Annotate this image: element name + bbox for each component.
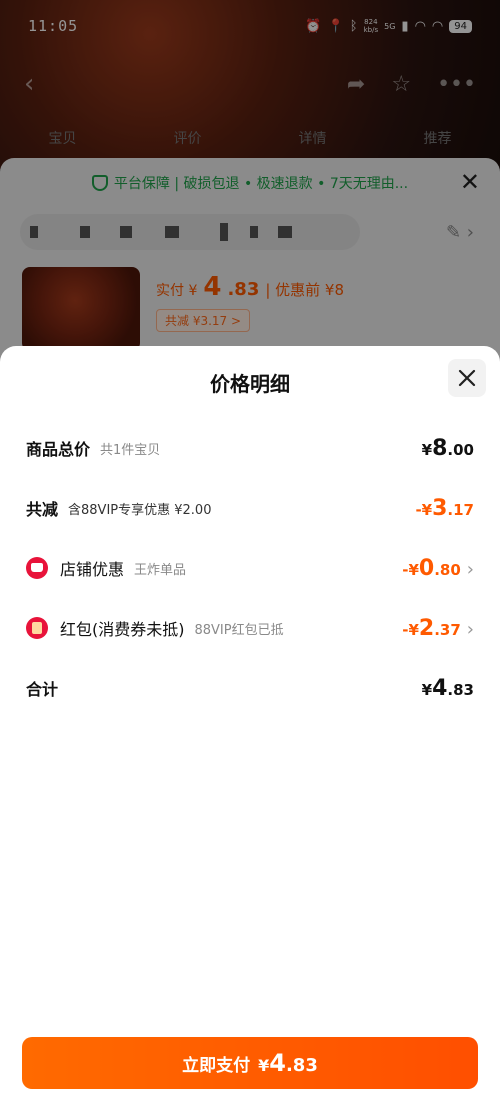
- close-icon: [458, 369, 476, 387]
- amount-dec: .00: [447, 440, 474, 459]
- row-value: -¥ 3.17: [415, 496, 474, 521]
- amount-dec: .83: [285, 1055, 318, 1076]
- row-sub: 88VIP红包已抵: [194, 622, 284, 638]
- row-label: 店铺优惠: [60, 560, 125, 579]
- total-reduction-row: 共减 含88VIP专享优惠 ¥2.00 -¥ 3.17: [0, 488, 500, 528]
- row-sub: 含88VIP专享优惠 ¥2.00: [68, 502, 212, 518]
- store-icon: [26, 557, 48, 579]
- currency-symbol: ¥: [421, 680, 433, 699]
- pay-now-button[interactable]: 立即支付 ¥4.83: [22, 1037, 478, 1089]
- row-label: 商品总价: [26, 440, 91, 459]
- row-sub: 共1件宝贝: [100, 442, 161, 458]
- pay-now-label: 立即支付: [182, 1055, 251, 1076]
- price-detail-sheet: 价格明细 商品总价 共1件宝贝 ¥8.00 共减 含88VIP专享优惠 ¥2.0…: [0, 346, 500, 1111]
- amount-dec: .17: [447, 500, 474, 519]
- grand-total-row: 合计 ¥4.83: [0, 668, 500, 708]
- close-button[interactable]: [448, 359, 486, 397]
- row-sub: 王炸单品: [134, 562, 187, 578]
- red-packet-row[interactable]: 红包(消费券未抵) 88VIP红包已抵 -¥ 2.37 ›: [0, 608, 500, 648]
- red-packet-icon: [26, 617, 48, 639]
- currency-symbol: -¥: [415, 500, 433, 519]
- row-label: 红包(消费券未抵): [60, 620, 185, 639]
- goods-total-row: 商品总价 共1件宝贝 ¥8.00: [0, 428, 500, 468]
- amount-dec: .80: [434, 560, 461, 579]
- amount-int: 4: [432, 675, 448, 701]
- row-value: -¥ 0.80 ›: [402, 556, 474, 581]
- chevron-right-icon: ›: [466, 558, 474, 580]
- currency-symbol: ¥: [258, 1056, 270, 1075]
- row-value: -¥ 2.37 ›: [402, 616, 474, 641]
- amount-int: 0: [418, 555, 435, 581]
- row-value: ¥8.00: [422, 436, 474, 461]
- row-value: ¥4.83: [422, 676, 474, 701]
- amount-int: 8: [432, 435, 448, 461]
- pay-amount: ¥4.83: [258, 1049, 318, 1077]
- currency-symbol: -¥: [402, 620, 419, 639]
- currency-symbol: ¥: [421, 440, 433, 459]
- store-discount-row[interactable]: 店铺优惠 王炸单品 -¥ 0.80 ›: [0, 548, 500, 588]
- row-label: 共减: [26, 500, 59, 519]
- modal-title: 价格明细: [210, 372, 290, 396]
- amount-int: 4: [269, 1049, 286, 1077]
- amount-int: 3: [432, 495, 448, 521]
- chevron-right-icon: ›: [466, 618, 474, 640]
- amount-dec: .83: [447, 680, 474, 699]
- row-label: 合计: [26, 680, 59, 699]
- currency-symbol: -¥: [402, 560, 419, 579]
- amount-int: 2: [418, 615, 435, 641]
- amount-dec: .37: [434, 620, 461, 639]
